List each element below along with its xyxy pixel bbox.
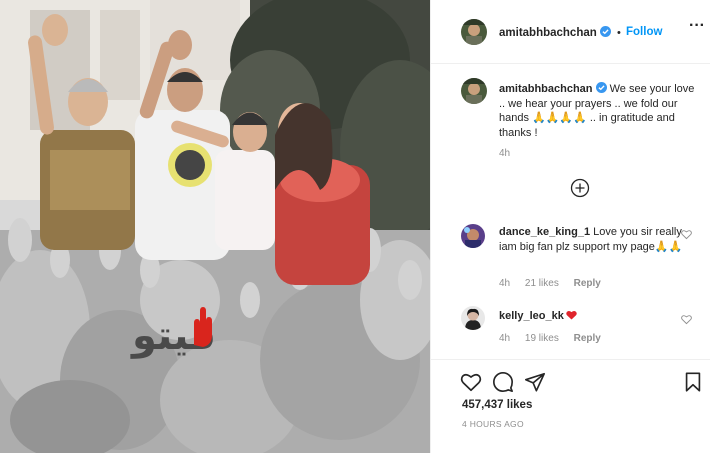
comment-item: kelly_leo_kk [499,309,689,324]
instagram-post-modal: فيتو amitabhbachchan • Follow ··· amitab… [0,0,710,453]
author-avatar[interactable] [461,19,487,45]
post-caption: amitabhbachchan We see your love .. we h… [499,82,699,140]
caption-time: 4h [499,148,511,159]
more-options-icon[interactable]: ··· [689,18,705,34]
follow-button[interactable]: Follow [626,26,662,38]
likes-count[interactable]: 457,437 likes [462,399,532,411]
heart-icon[interactable] [460,371,482,393]
post-sidebar: amitabhbachchan • Follow ··· amitabhbach… [431,0,710,453]
verified-badge-icon [599,26,611,37]
comment-meta: 4h 19 likes Reply [499,333,613,344]
post-photo-image [0,0,430,453]
comment-likes[interactable]: 21 likes [525,278,559,289]
raised-hand-icon [194,307,212,347]
comment-likes[interactable]: 19 likes [525,333,559,344]
comment-like-heart-icon[interactable] [681,314,692,325]
caption-username[interactable]: amitabhbachchan [499,83,593,95]
reply-button[interactable]: Reply [574,278,601,289]
post-header: amitabhbachchan • Follow ··· [431,0,710,64]
paper-plane-icon[interactable] [524,371,546,393]
post-photo: فيتو [0,0,430,453]
comment-meta: 4h 21 likes Reply [499,278,613,289]
post-timestamp: 4 HOURS AGO [462,419,524,429]
comment-time: 4h [499,333,511,344]
caption-avatar[interactable] [461,78,487,104]
watermark-logo: فيتو [128,305,273,367]
commenter-avatar[interactable] [461,306,485,330]
reply-button[interactable]: Reply [574,333,601,344]
separator-dot: • [617,27,621,39]
plus-circle-icon[interactable] [570,178,590,198]
comment-time: 4h [499,278,511,289]
commenter-avatar[interactable] [461,224,485,248]
comment-bubble-icon[interactable] [492,371,514,393]
comment-like-heart-icon[interactable] [681,229,692,240]
author-username-text[interactable]: amitabhbachchan [499,27,597,39]
red-heart-emoji-icon [566,310,577,320]
post-actions: 457,437 likes 4 HOURS AGO [431,359,710,453]
comment-item: dance_ke_king_1 Love you sir really iam … [499,225,689,254]
comment-username[interactable]: dance_ke_king_1 [499,226,590,238]
comment-username[interactable]: kelly_leo_kk [499,310,564,322]
verified-badge-icon [595,82,607,93]
bookmark-icon[interactable] [682,371,704,393]
author-username[interactable]: amitabhbachchan [499,26,611,39]
